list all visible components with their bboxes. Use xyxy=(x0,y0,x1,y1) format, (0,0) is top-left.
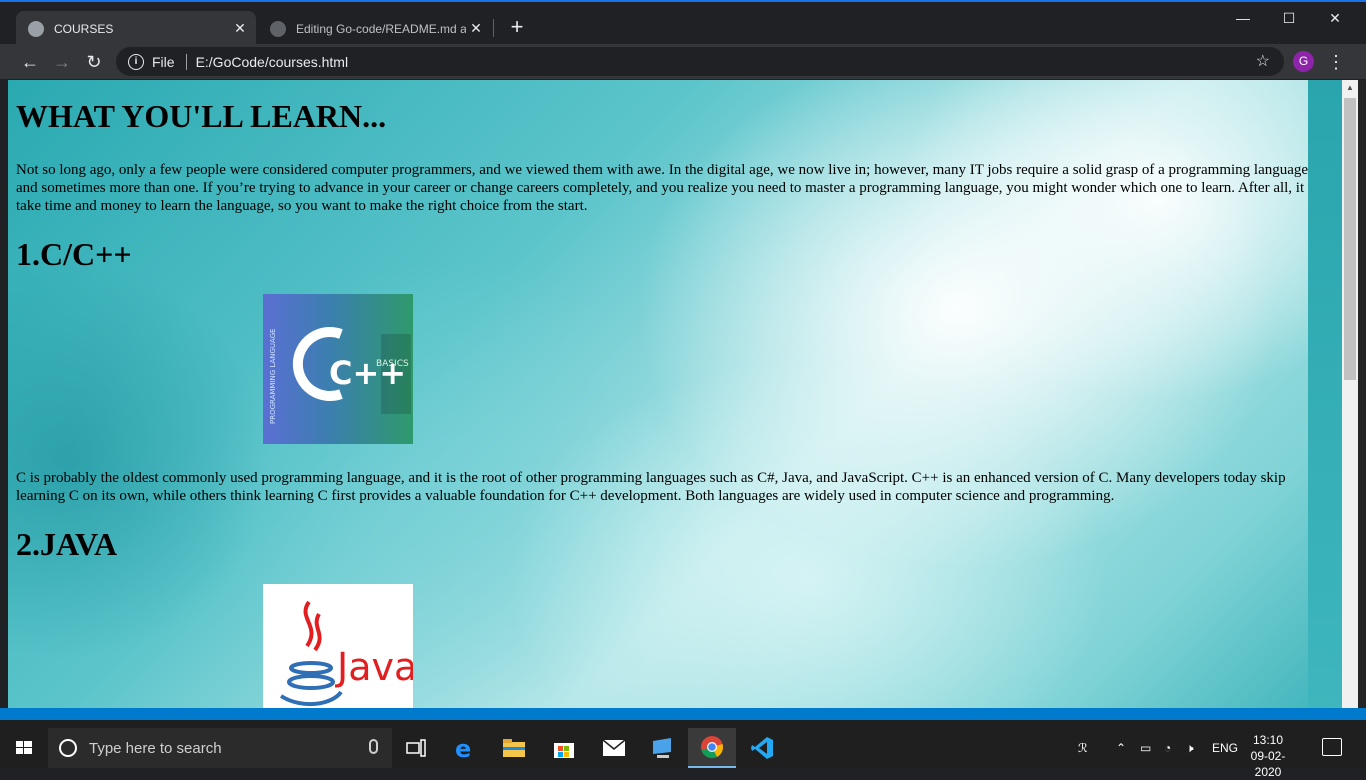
close-window-button[interactable]: ✕ xyxy=(1312,6,1358,30)
store-icon[interactable] xyxy=(540,728,588,768)
background-strip xyxy=(1308,80,1342,720)
language-indicator[interactable]: ENG xyxy=(1212,728,1238,768)
store-glyph xyxy=(554,743,574,758)
page-scrollbar[interactable]: ▲ ▼ xyxy=(1342,80,1358,720)
pc-glyph xyxy=(653,738,671,758)
folder-glyph xyxy=(503,739,525,757)
section-heading-c: 1.C/C++ xyxy=(16,236,132,272)
clock[interactable]: 13:10 09-02-2020 xyxy=(1240,732,1296,780)
windows-logo-icon xyxy=(16,741,32,754)
address-separator xyxy=(185,53,187,70)
clock-date: 09-02-2020 xyxy=(1250,749,1286,779)
tab-github-readme[interactable]: Editing Go-code/README.md at ✕ xyxy=(262,11,492,46)
chrome-glyph xyxy=(701,736,723,759)
intro-paragraph: Not so long ago, only a few people were … xyxy=(16,162,1332,214)
search-placeholder: Type here to search xyxy=(89,739,222,757)
globe-icon xyxy=(28,20,44,37)
tab-separator xyxy=(493,19,494,37)
tab-courses[interactable]: COURSES ✕ xyxy=(16,11,256,46)
url-text[interactable]: E:/GoCode/courses.html xyxy=(196,54,349,70)
start-button[interactable] xyxy=(0,728,48,768)
address-bar[interactable]: i File E:/GoCode/courses.html ☆ xyxy=(116,47,1284,76)
pc-app-icon[interactable] xyxy=(638,728,686,768)
close-tab-icon[interactable]: ✕ xyxy=(230,20,250,37)
editor-edge xyxy=(1358,80,1366,720)
back-button[interactable]: ← xyxy=(17,49,43,75)
info-icon[interactable]: i xyxy=(128,53,144,70)
maximize-button[interactable]: ☐ xyxy=(1266,6,1312,30)
java-logo-graphic: Java xyxy=(279,600,413,707)
mail-glyph xyxy=(602,739,626,756)
windows-taskbar: Type here to search e ℛ ⌃ ▭ ◔ 🕨 ENG 13:1… xyxy=(0,728,1366,779)
vscode-icon[interactable] xyxy=(738,728,786,768)
chrome-icon[interactable] xyxy=(688,728,736,768)
scroll-up-arrow-icon[interactable]: ▲ xyxy=(1342,80,1358,96)
c-description-paragraph: C is probably the oldest commonly used p… xyxy=(16,470,1286,504)
wifi-icon[interactable]: ◔ xyxy=(1164,728,1171,768)
svg-text:e: e xyxy=(455,736,471,760)
tab-title: Editing Go-code/README.md at xyxy=(296,21,466,36)
task-view-icon[interactable] xyxy=(392,728,440,768)
tab-title: COURSES xyxy=(54,21,114,36)
mail-icon[interactable] xyxy=(590,728,638,768)
volume-muted-icon[interactable]: 🕨 xyxy=(1186,728,1194,768)
file-explorer-icon[interactable] xyxy=(490,728,538,768)
java-logo-image: Java xyxy=(263,584,413,720)
task-view-glyph xyxy=(406,739,426,757)
new-tab-button[interactable]: + xyxy=(505,16,529,40)
more-menu-icon[interactable]: ⋮ xyxy=(1326,49,1346,75)
edge-glyph: e xyxy=(455,736,471,760)
edge-browser-icon[interactable]: e xyxy=(440,728,488,768)
close-tab-icon[interactable]: ✕ xyxy=(466,20,486,37)
forward-button[interactable]: → xyxy=(49,49,75,75)
vscode-glyph xyxy=(751,737,773,759)
browser-tab-strip: COURSES ✕ Editing Go-code/README.md at ✕… xyxy=(0,0,1366,46)
profile-avatar[interactable]: G xyxy=(1293,51,1314,72)
cpp-side-label: PROGRAMMING LANGUAGE xyxy=(269,328,277,424)
cortana-icon xyxy=(59,739,77,757)
section-heading-java: 2.JAVA xyxy=(16,526,118,562)
scrollbar-thumb[interactable] xyxy=(1344,98,1356,380)
minimize-button[interactable]: — xyxy=(1220,6,1266,30)
reload-button[interactable]: ↻ xyxy=(81,49,107,75)
page-title: WHAT YOU'LL LEARN... xyxy=(16,98,387,134)
show-hidden-icons-chevron-icon[interactable]: ⌃ xyxy=(1116,728,1126,768)
clock-time: 13:10 xyxy=(1252,733,1284,747)
browser-toolbar: ← → ↻ i File E:/GoCode/courses.html ☆ G … xyxy=(0,44,1366,79)
url-scheme: File xyxy=(152,53,175,70)
taskbar-search-box[interactable]: Type here to search xyxy=(48,728,392,768)
bookmark-star-icon[interactable]: ☆ xyxy=(1256,51,1270,71)
cpp-logo-image: PROGRAMMING LANGUAGE BASICS C++ xyxy=(263,294,413,444)
cpp-logo-graphic: PROGRAMMING LANGUAGE BASICS C++ xyxy=(269,327,411,424)
page-viewport: WHAT YOU'LL LEARN... Not so long ago, on… xyxy=(8,80,1342,720)
editor-status-bar xyxy=(0,708,1366,720)
github-icon xyxy=(270,20,286,37)
people-icon[interactable]: ℛ xyxy=(1078,728,1088,768)
cpp-logo-text: C++ xyxy=(329,354,406,392)
java-logo-text: Java xyxy=(335,645,413,689)
action-center-icon[interactable] xyxy=(1322,738,1342,756)
taskbar-top-gap xyxy=(0,720,1366,728)
battery-icon[interactable]: ▭ xyxy=(1140,728,1151,768)
microphone-icon[interactable] xyxy=(369,739,378,754)
